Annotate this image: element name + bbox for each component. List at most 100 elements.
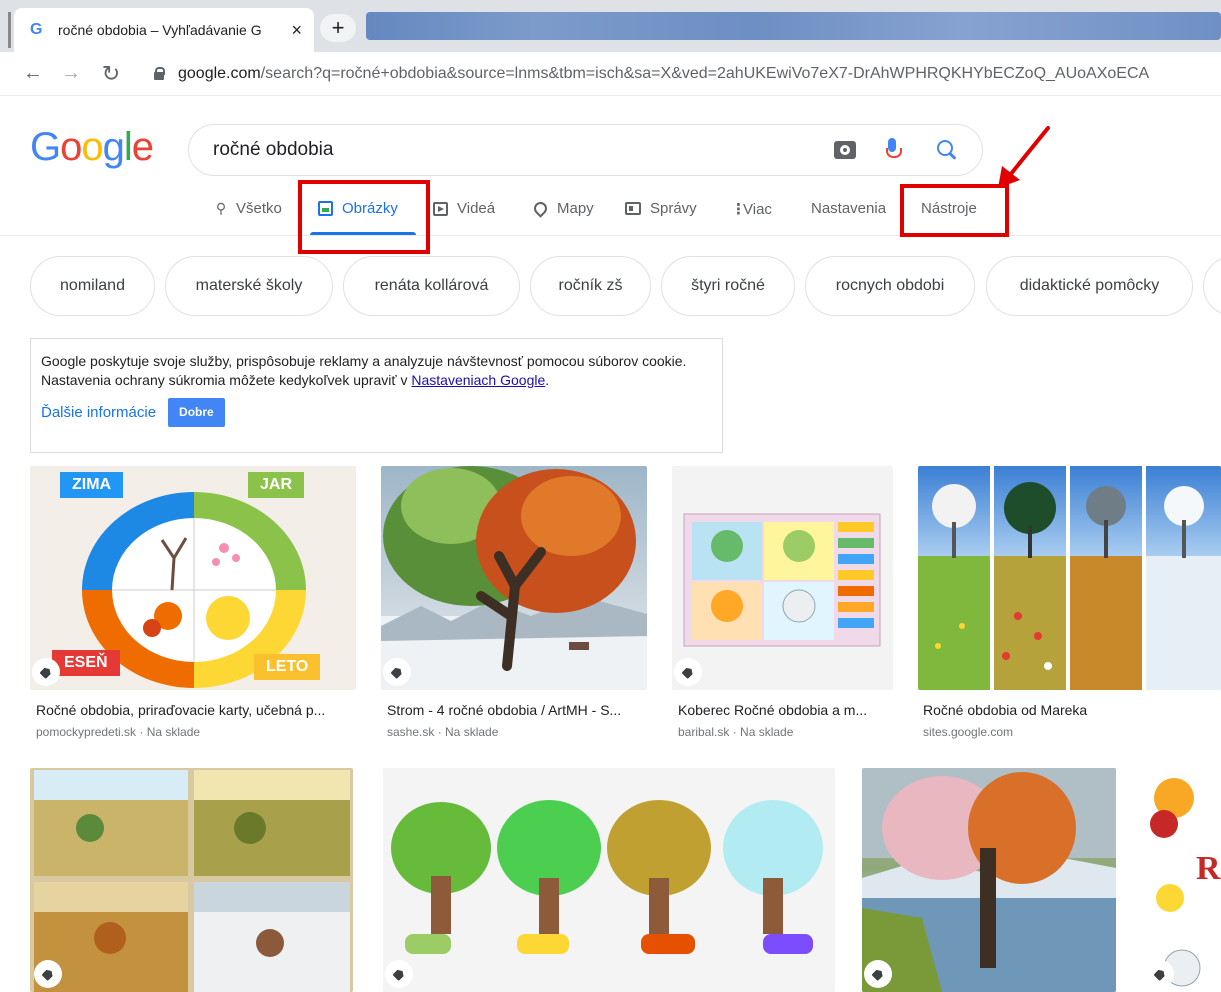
chip[interactable]: materské školy: [165, 256, 333, 316]
google-favicon-icon: G: [30, 21, 43, 38]
highlight-tools-box: [900, 184, 1009, 237]
cookie-text-end: .: [545, 372, 550, 388]
close-tab-icon[interactable]: ×: [291, 20, 302, 41]
logo-letter: g: [102, 125, 125, 169]
poster-letter: R: [1196, 850, 1221, 887]
chip[interactable]: didaktické pomôcky: [986, 256, 1193, 316]
highlight-images-box: [298, 180, 430, 254]
microphone-icon[interactable]: [886, 138, 902, 162]
video-icon: [433, 201, 448, 216]
image-result[interactable]: ZIMA JAR ESEŇ LETO: [30, 466, 356, 690]
forward-arrow-icon[interactable]: →: [56, 62, 86, 85]
chip[interactable]: štyri ročné: [661, 256, 795, 316]
winter-card: ZIMA: [60, 472, 124, 498]
product-tag-icon: [1146, 960, 1174, 988]
more-vertical-icon: ⋮: [731, 201, 746, 218]
browser-tab[interactable]: G ročné obdobia – Vyhľadávanie G ×: [8, 8, 314, 52]
image-result[interactable]: [672, 466, 893, 690]
tab-news[interactable]: Správy: [625, 200, 697, 217]
url-host: google.com: [178, 64, 261, 82]
chip-partial[interactable]: [1203, 256, 1221, 316]
image-result[interactable]: [918, 466, 1221, 690]
logo-letter: o: [81, 125, 103, 169]
image-result[interactable]: R: [1144, 768, 1221, 992]
address-bar[interactable]: google.com/search?q=ročné+obdobia&source…: [178, 65, 1221, 83]
logo-letter: G: [30, 125, 61, 169]
search-nav-tabs: ⚲ Všetko Obrázky Videá Mapy Správy ⋮ Via…: [0, 186, 1221, 236]
cookie-notice: Google poskytuje svoje služby, prispôsob…: [30, 338, 723, 453]
seasons-illustrations: [34, 770, 350, 992]
tree-painting: [381, 466, 647, 690]
lock-icon[interactable]: [154, 67, 165, 80]
tab-more[interactable]: ⋮ Viac: [731, 200, 772, 219]
browser-tab-strip: G ročné obdobia – Vyhľadávanie G × +: [0, 0, 1221, 52]
tab-label: Nastavenia: [811, 200, 887, 217]
tab-all[interactable]: ⚲ Všetko: [213, 200, 282, 217]
summer-card: LETO: [254, 654, 321, 680]
map-pin-icon: [531, 199, 550, 218]
blurred-tabs: [366, 12, 1221, 40]
image-source[interactable]: sashe.sk · Na sklade: [387, 725, 498, 739]
search-icon: ⚲: [215, 200, 227, 216]
tab-videos[interactable]: Videá: [433, 200, 495, 217]
tab-edge: [8, 12, 11, 48]
chip[interactable]: rocnych obdobi: [805, 256, 975, 316]
product-tag-icon: [34, 960, 62, 988]
image-caption[interactable]: Ročné obdobia od Mareka: [923, 702, 1221, 718]
chip[interactable]: ročník zš: [530, 256, 651, 316]
product-tag-icon: [32, 658, 60, 686]
logo-letter: l: [123, 125, 133, 169]
tab-label: Mapy: [557, 200, 594, 217]
image-caption[interactable]: Strom - 4 ročné obdobia / ArtMH - S...: [387, 702, 647, 718]
new-tab-button[interactable]: +: [320, 14, 356, 42]
tab-maps[interactable]: Mapy: [531, 199, 594, 218]
related-chips: nomiland materské školy renáta kollárová…: [0, 256, 1221, 318]
image-result[interactable]: [862, 768, 1116, 992]
image-result[interactable]: [30, 768, 353, 992]
privacy-settings-link[interactable]: Nastaveniach Google: [411, 372, 545, 388]
google-logo[interactable]: Google: [30, 125, 154, 170]
autumn-card: ESEŇ: [52, 650, 120, 676]
chip[interactable]: renáta kollárová: [343, 256, 520, 316]
product-tag-icon: [674, 658, 702, 686]
carpet-image: [683, 513, 881, 647]
product-tag-icon: [864, 960, 892, 988]
seasons-strips: [918, 466, 1221, 690]
search-icon[interactable]: [936, 139, 958, 161]
search-box: [188, 124, 983, 176]
image-source[interactable]: sites.google.com: [923, 725, 1013, 739]
ok-button[interactable]: Dobre: [168, 398, 225, 427]
tab-label: Videá: [457, 200, 496, 217]
spring-card: JAR: [248, 472, 305, 498]
tree-drawing: [112, 518, 276, 662]
tree-lake-painting: [862, 768, 1116, 992]
product-tag-icon: [385, 960, 413, 988]
tab-title: ročné obdobia – Vyhľadávanie G: [58, 22, 262, 38]
cookie-actions: Ďalšie informácie Dobre: [41, 398, 712, 427]
image-caption[interactable]: Koberec Ročné obdobia a m...: [678, 702, 893, 718]
image-result[interactable]: [381, 466, 647, 690]
tab-label: Všetko: [236, 200, 282, 217]
more-info-link[interactable]: Ďalšie informácie: [41, 403, 156, 422]
red-arrow-icon: [998, 126, 1050, 188]
reload-icon[interactable]: ↻: [96, 61, 126, 87]
browser-toolbar: ← → ↻ google.com/search?q=ročné+obdobia&…: [0, 52, 1221, 96]
news-icon: [625, 202, 641, 215]
image-source[interactable]: pomockypredeti.sk · Na sklade: [36, 725, 200, 739]
product-tag-icon: [383, 658, 411, 686]
logo-letter: e: [131, 125, 154, 169]
logo-letter: o: [60, 125, 82, 169]
tab-settings[interactable]: Nastavenia: [811, 200, 886, 217]
search-input[interactable]: [213, 139, 834, 161]
tab-label: Viac: [743, 200, 772, 218]
four-trees-image: [391, 800, 823, 954]
chip[interactable]: nomiland: [30, 256, 155, 316]
back-arrow-icon[interactable]: ←: [18, 62, 48, 85]
image-source[interactable]: baribal.sk · Na sklade: [678, 725, 793, 739]
camera-icon[interactable]: [834, 141, 856, 159]
cookie-text: Google poskytuje svoje služby, prispôsob…: [41, 352, 712, 390]
image-result[interactable]: [383, 768, 835, 992]
image-caption[interactable]: Ročné obdobia, priraďovacie karty, učebn…: [36, 702, 356, 718]
tab-label: Správy: [650, 200, 697, 217]
url-path: /search?q=ročné+obdobia&source=lnms&tbm=…: [260, 64, 1150, 82]
